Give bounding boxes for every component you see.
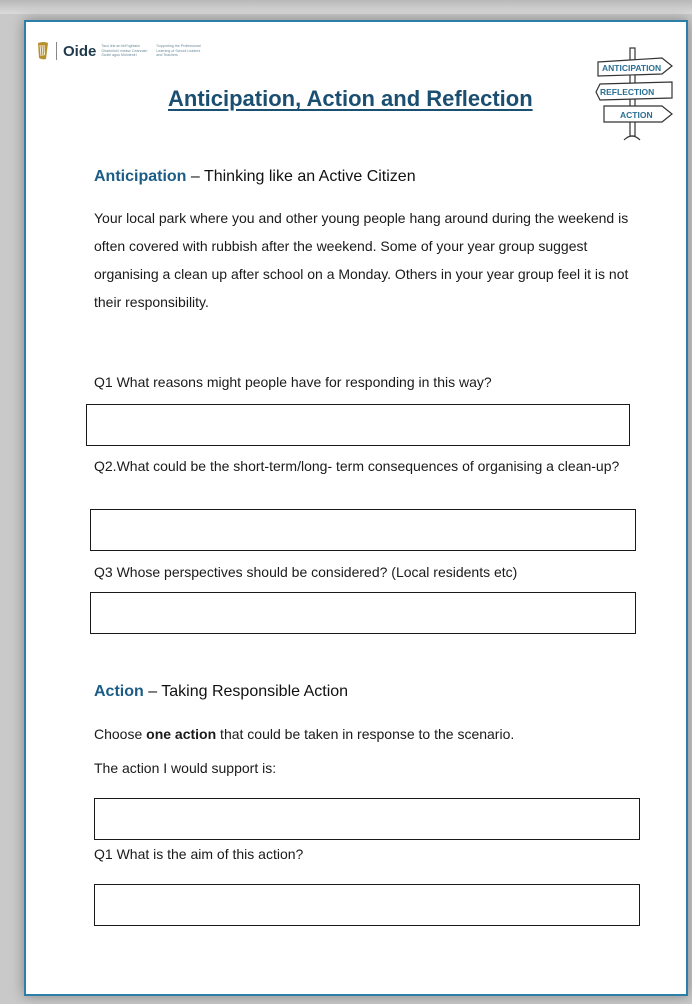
action-q1-label: Q1 What is the aim of this action? <box>94 846 304 862</box>
oide-logo: Oide Tacú leis an bhFoghlaim Ghairmiúil … <box>36 38 206 64</box>
action-q1-answer-box[interactable] <box>94 884 640 926</box>
anticipation-q2-answer-box[interactable] <box>90 509 636 551</box>
anticipation-q3-answer-box[interactable] <box>90 592 636 634</box>
logo-tagline-english: Supporting the Professional Learning of … <box>156 44 201 58</box>
action-heading-accent: Action <box>94 683 144 700</box>
anticipation-q3-label: Q3 Whose perspectives should be consider… <box>94 564 518 580</box>
signpost-label-anticipation: ANTICIPATION <box>602 63 661 73</box>
scenario-text: Your local park where you and other youn… <box>94 210 629 310</box>
action-support-answer-box[interactable] <box>94 798 640 840</box>
logo-wordmark: Oide <box>63 42 97 60</box>
worksheet-page: Oide Tacú leis an bhFoghlaim Ghairmiúil … <box>24 20 688 996</box>
page-title: Anticipation, Action and Reflection <box>168 86 533 111</box>
choose-action-post: that could be taken in response to the s… <box>216 726 515 742</box>
anticipation-heading-accent: Anticipation <box>94 168 187 185</box>
anticipation-q1-label: Q1 What reasons might people have for re… <box>94 374 492 390</box>
signpost-icon: ANTICIPATION REFLECTION ACTION <box>595 47 673 141</box>
harp-icon <box>38 42 48 60</box>
anticipation-q1-answer-box[interactable] <box>86 404 630 446</box>
signpost-label-reflection: REFLECTION <box>600 87 654 97</box>
action-heading: Action – Taking Responsible Action <box>94 683 348 701</box>
anticipation-heading: Anticipation – Thinking like an Active C… <box>94 168 416 186</box>
anticipation-heading-rest: – Thinking like an Active Citizen <box>186 168 416 185</box>
anticipation-q2-label: Q2.What could be the short-term/long- te… <box>94 458 620 474</box>
background-edge <box>0 0 692 14</box>
choose-action-bold: one action <box>146 726 217 742</box>
logo-divider <box>56 42 57 60</box>
logo-tagline-irish: Tacú leis an bhFoghlaim Ghairmiúil i mea… <box>101 44 148 58</box>
support-label: The action I would support is: <box>94 760 277 776</box>
choose-action-pre: Choose <box>94 726 147 742</box>
choose-action-text: Choose one action that could be taken in… <box>94 720 646 748</box>
action-heading-rest: – Taking Responsible Action <box>143 683 349 700</box>
signpost-label-action: ACTION <box>620 110 653 120</box>
